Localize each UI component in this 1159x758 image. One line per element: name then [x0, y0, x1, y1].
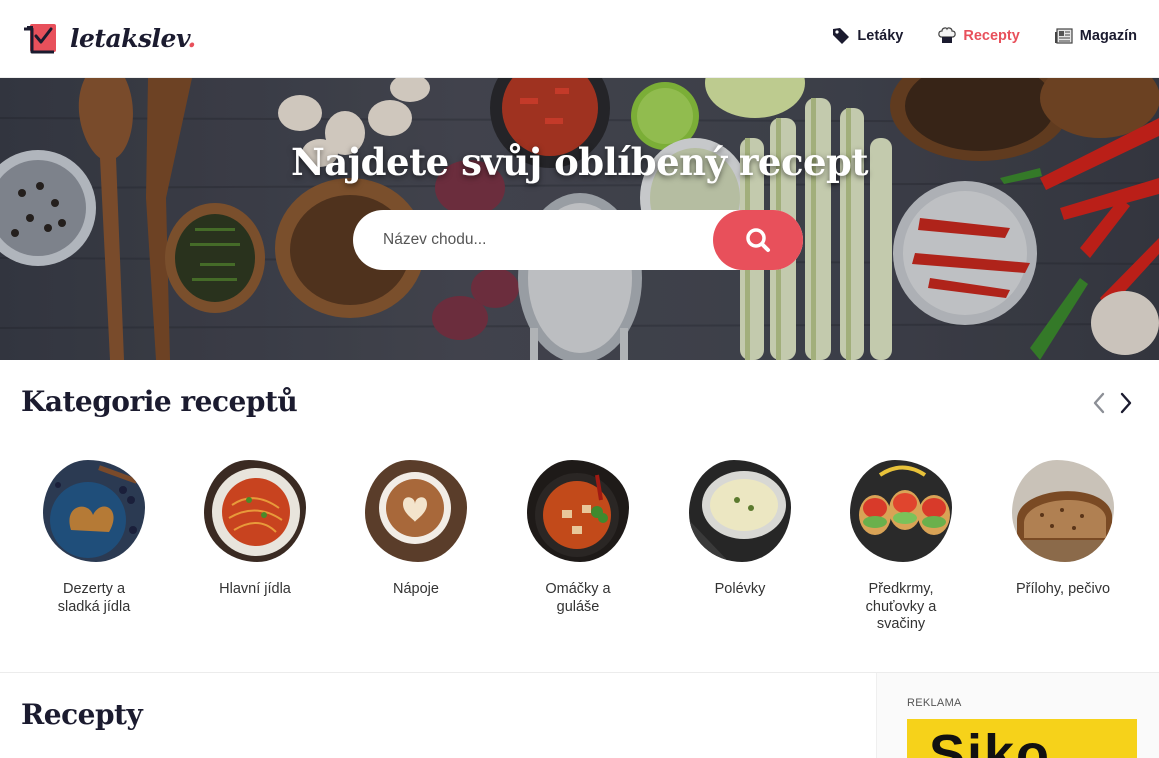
- nav-item-magazin[interactable]: Magazín: [1054, 26, 1137, 46]
- nav-item-letaky[interactable]: Letáky: [831, 26, 903, 46]
- category-dezerty[interactable]: Dezerty a sladká jídla: [19, 460, 169, 616]
- search-bar: [353, 210, 803, 270]
- logo[interactable]: letakslev.: [22, 20, 196, 56]
- category-label: Předkrmy, chuťovky a svačiny: [865, 581, 937, 632]
- category-image: [1012, 460, 1114, 562]
- category-polevky[interactable]: Polévky: [665, 460, 815, 599]
- category-image: [43, 460, 145, 562]
- tag-icon: [831, 26, 851, 46]
- nav-label: Recepty: [963, 28, 1020, 44]
- hero-title: Najdete svůj oblíbený recept: [290, 140, 869, 184]
- logo-text: letakslev.: [70, 23, 196, 53]
- category-predkrmy[interactable]: Předkrmy, chuťovky a svačiny: [826, 460, 976, 634]
- nav-label: Magazín: [1079, 28, 1137, 44]
- main-nav: Letáky Recepty Magazín: [797, 26, 1137, 46]
- categories-title: Kategorie receptů: [21, 385, 298, 418]
- category-image: [850, 460, 952, 562]
- chevron-right-icon: [1115, 392, 1137, 420]
- category-label: Dezerty a sladká jídla: [57, 581, 131, 615]
- category-label: Hlavní jídla: [219, 581, 291, 597]
- category-label: Přílohy, pečivo: [1015, 581, 1111, 597]
- category-label: Polévky: [714, 581, 766, 597]
- chevron-left-icon: [1088, 392, 1110, 420]
- carousel-next-button[interactable]: [1115, 390, 1137, 416]
- ad-banner[interactable]: Siko: [907, 719, 1137, 758]
- category-image: [689, 460, 791, 562]
- carousel-prev-button[interactable]: [1088, 390, 1110, 416]
- category-napoje[interactable]: Nápoje: [341, 460, 491, 599]
- site-header: letakslev. Letáky Recepty Magazín: [0, 0, 1159, 78]
- category-image: [365, 460, 467, 562]
- chef-hat-icon: [937, 26, 957, 46]
- category-prilohy-pecivo[interactable]: Přílohy, pečivo: [988, 460, 1138, 599]
- search-input[interactable]: [383, 210, 703, 270]
- recipes-title: Recepty: [21, 698, 143, 731]
- newspaper-icon: [1054, 26, 1074, 46]
- ad-sidebar: REKLAMA Siko: [876, 673, 1159, 758]
- category-label: Omáčky a guláše: [545, 581, 611, 615]
- category-label: Nápoje: [393, 581, 439, 597]
- category-image: [204, 460, 306, 562]
- category-omacky-a-gulase[interactable]: Omáčky a guláše: [503, 460, 653, 616]
- ad-brand: Siko: [929, 724, 1052, 758]
- nav-item-recepty[interactable]: Recepty: [937, 26, 1020, 46]
- search-button[interactable]: [713, 210, 803, 270]
- hero-banner: Najdete svůj oblíbený recept: [0, 78, 1159, 360]
- logo-icon: [22, 21, 60, 55]
- ad-label: REKLAMA: [907, 697, 962, 709]
- category-image: [527, 460, 629, 562]
- nav-label: Letáky: [857, 28, 904, 44]
- category-hlavni-jidla[interactable]: Hlavní jídla: [180, 460, 330, 599]
